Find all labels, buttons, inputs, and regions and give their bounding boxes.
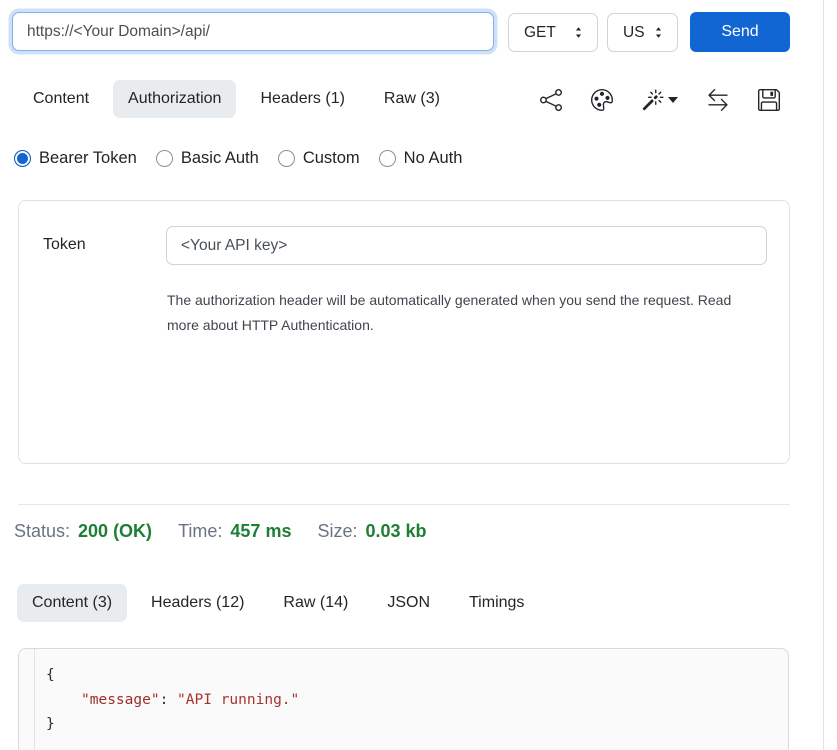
region-select-value: US [623,24,645,42]
radio-label: No Auth [404,149,463,168]
response-json-code: { "message": "API running." } [19,649,788,737]
send-button[interactable]: Send [690,12,790,52]
token-label: Token [43,236,86,254]
radio-basic-auth[interactable]: Basic Auth [156,149,259,168]
auth-type-options: Bearer Token Basic Auth Custom No Auth [14,149,462,168]
tab-response-content[interactable]: Content (3) [17,584,127,622]
tab-response-raw[interactable]: Raw (14) [268,584,363,622]
radio-bearer-token[interactable]: Bearer Token [14,149,137,168]
code-line: { [46,663,788,688]
time-value: 457 ms [230,521,291,542]
swap-arrows-icon[interactable] [707,89,729,111]
radio-unselected-icon [156,150,173,167]
code-line: } [46,712,788,737]
page-scrollbar[interactable] [823,0,837,750]
json-colon: : [160,692,177,708]
api-client-app: GET US Send Content Authorization Header… [0,0,837,750]
tab-content[interactable]: Content [18,80,104,118]
radio-label: Custom [303,149,360,168]
method-select-value: GET [524,24,556,42]
radio-no-auth[interactable]: No Auth [379,149,463,168]
authorization-panel: Token The authorization header will be a… [18,200,790,464]
size-value: 0.03 kb [366,521,427,542]
tab-response-headers[interactable]: Headers (12) [136,584,259,622]
json-key: "message" [81,692,160,708]
chevron-updown-icon [652,26,665,39]
radio-label: Basic Auth [181,149,259,168]
token-help-text: The authorization header will be automat… [167,288,767,338]
status-label: Status: [14,521,70,542]
response-tabs: Content (3) Headers (12) Raw (14) JSON T… [17,584,539,622]
chevron-updown-icon [572,26,585,39]
section-divider [18,504,790,505]
share-icon[interactable] [540,89,562,111]
radio-selected-icon [14,150,31,167]
tab-headers[interactable]: Headers (1) [245,80,359,118]
time-label: Time: [178,521,222,542]
radio-unselected-icon [278,150,295,167]
request-tabs: Content Authorization Headers (1) Raw (3… [18,80,455,118]
tab-response-timings[interactable]: Timings [454,584,539,622]
method-select[interactable]: GET [508,13,598,52]
tab-authorization[interactable]: Authorization [113,80,236,118]
magic-wand-dropdown-icon[interactable] [642,89,678,111]
palette-icon[interactable] [591,89,613,111]
json-string-value: "API running." [177,692,299,708]
radio-unselected-icon [379,150,396,167]
status-value: 200 (OK) [78,521,152,542]
url-input[interactable] [12,12,494,51]
radio-label: Bearer Token [39,149,137,168]
tab-raw[interactable]: Raw (3) [369,80,455,118]
token-input[interactable] [166,226,767,265]
response-body-viewer: { "message": "API running." } [18,648,789,750]
save-icon[interactable] [758,89,780,111]
caret-down-icon [668,97,678,103]
toolbar [540,89,780,111]
size-label: Size: [317,521,357,542]
code-line: "message": "API running." [46,688,788,713]
response-status-bar: Status: 200 (OK) Time: 457 ms Size: 0.03… [14,521,427,542]
radio-custom[interactable]: Custom [278,149,360,168]
tab-response-json[interactable]: JSON [372,584,445,622]
region-select[interactable]: US [607,13,678,52]
